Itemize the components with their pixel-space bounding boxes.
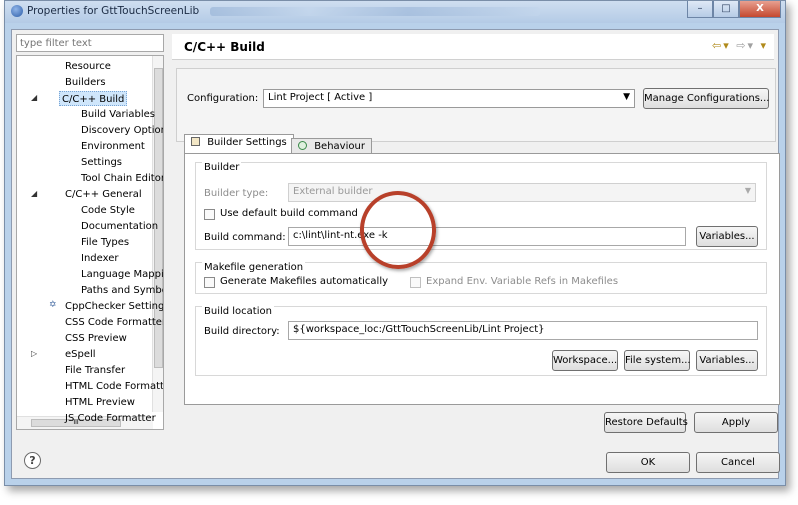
collapsed-twisty-icon[interactable]: ▷ [31, 349, 37, 358]
help-icon[interactable]: ? [24, 452, 41, 469]
apply-button[interactable]: Apply [694, 412, 778, 433]
tree-item[interactable]: Environment [79, 139, 147, 154]
chevron-down-icon: ▼ [744, 186, 751, 195]
close-button[interactable]: X [739, 1, 781, 18]
expanded-twisty-icon[interactable]: ◢ [31, 93, 37, 102]
dialog-client-area: III ResourceBuildersC/C++ Build◢Build Va… [11, 29, 780, 479]
expand-env-refs-label: Expand Env. Variable Refs in Makefiles [426, 276, 619, 287]
build-location-group: Build location Build directory: ${worksp… [195, 306, 767, 376]
back-dropdown-icon[interactable]: ▾ [723, 39, 731, 52]
title-bar[interactable]: Properties for GttTouchScreenLib – □ X [5, 1, 785, 23]
forward-arrow-icon[interactable]: ⇨ [736, 39, 747, 52]
properties-dialog: Properties for GttTouchScreenLib – □ X I… [4, 0, 786, 486]
tab-builder-settings[interactable]: Builder Settings [184, 134, 294, 154]
configuration-label: Configuration: [187, 93, 259, 104]
minimize-button[interactable]: – [687, 1, 713, 18]
build-directory-label: Build directory: [204, 326, 280, 337]
blurred-title-area [210, 7, 540, 16]
tree-item[interactable]: HTML Code Formatter [63, 379, 163, 394]
generate-makefiles-checkbox[interactable] [204, 277, 215, 288]
tree-item[interactable]: Indexer [79, 251, 121, 266]
tree-item[interactable]: JS Code Formatter [63, 411, 158, 426]
cppchecker-icon: ✡ [49, 300, 57, 310]
use-default-build-command-checkbox[interactable] [204, 209, 215, 220]
configuration-panel: Configuration: Lint Project [ Active ] ▼… [176, 68, 776, 142]
build-location-group-title: Build location [202, 306, 274, 317]
tree-item[interactable]: eSpell [63, 347, 98, 362]
ok-button[interactable]: OK [606, 452, 690, 473]
tab-behaviour-label: Behaviour [314, 141, 365, 152]
tree-item[interactable]: Documentation [79, 219, 160, 234]
configuration-select[interactable]: Lint Project [ Active ] ▼ [263, 89, 635, 108]
tree-item[interactable]: Tool Chain Editor [79, 171, 163, 186]
generate-makefiles-label: Generate Makefiles automatically [220, 276, 389, 287]
tree-item[interactable]: Discovery Options [79, 123, 163, 138]
tree-item[interactable]: Build Variables [79, 107, 157, 122]
tree-item[interactable]: File Types [79, 235, 131, 250]
chevron-down-icon: ▼ [623, 92, 630, 102]
tree-item[interactable]: File Transfer [63, 363, 127, 378]
manage-configurations-button[interactable]: Manage Configurations... [643, 88, 769, 109]
file-system-button[interactable]: File system... [624, 350, 691, 371]
makefile-generation-group: Makefile generation Generate Makefiles a… [195, 262, 767, 294]
build-directory-field[interactable]: ${workspace_loc:/GttTouchScreenLib/Lint … [288, 321, 758, 340]
eclipse-icon [11, 5, 23, 17]
tree-item[interactable]: C/C++ Build [59, 91, 128, 106]
builder-group: Builder Builder type: External builder ▼… [195, 162, 767, 250]
tree-item[interactable]: Language Mappings [79, 267, 163, 282]
filter-input[interactable] [16, 34, 164, 52]
builder-type-label: Builder type: [204, 188, 269, 199]
forward-dropdown-icon[interactable]: ▾ [747, 39, 755, 52]
location-variables-button[interactable]: Variables... [696, 350, 758, 371]
tree-item[interactable]: CppChecker Settings [63, 299, 163, 314]
makefile-group-title: Makefile generation [202, 262, 306, 273]
tree-item[interactable]: HTML Preview [63, 395, 137, 410]
property-page-tree: III Resource Builders C/C++ Build ◢ Build Va… [16, 55, 164, 430]
tree-item[interactable]: CSS Preview [63, 331, 129, 346]
cancel-button[interactable]: Cancel [696, 452, 780, 473]
window-title: Properties for GttTouchScreenLib [27, 5, 200, 17]
tab-content: Builder Builder type: External builder ▼… [184, 153, 780, 405]
maximize-button[interactable]: □ [713, 1, 739, 18]
window-controls: – □ X [687, 1, 781, 19]
builder-settings-icon [191, 137, 200, 146]
expand-env-refs-checkbox [410, 277, 421, 288]
build-command-field[interactable]: c:\lint\lint-nt.exe -k [288, 227, 686, 246]
use-default-build-command-label: Use default build command [220, 208, 358, 219]
tree-item[interactable]: Paths and Symbols [79, 283, 163, 298]
builder-group-title: Builder [202, 162, 242, 173]
behaviour-icon [298, 141, 307, 150]
tree-item[interactable]: Builders [63, 75, 108, 90]
tree-item[interactable]: Resource [63, 59, 113, 74]
tree-item[interactable]: Code Style [79, 203, 137, 218]
builder-type-select: External builder ▼ [288, 183, 756, 202]
configuration-value: Lint Project [ Active ] [268, 92, 373, 103]
builder-variables-button[interactable]: Variables... [696, 226, 758, 247]
tree-item[interactable]: C/C++ General [63, 187, 144, 202]
back-arrow-icon[interactable]: ⇦ [712, 39, 723, 52]
build-command-label: Build command: [204, 232, 286, 243]
workspace-button[interactable]: Workspace... [552, 350, 618, 371]
view-menu-icon[interactable]: ▾ [760, 39, 768, 52]
tree-item[interactable]: Settings [79, 155, 124, 170]
builder-type-value: External builder [293, 186, 373, 197]
expanded-twisty-icon[interactable]: ◢ [31, 189, 37, 198]
page-header: C/C++ Build ⇦▾ ⇨▾ ▾ [172, 34, 774, 60]
restore-defaults-button[interactable]: Restore Defaults [604, 412, 688, 433]
page-title: C/C++ Build [184, 40, 265, 54]
page-navigation: ⇦▾ ⇨▾ ▾ [712, 39, 768, 52]
tab-builder-settings-label: Builder Settings [207, 137, 287, 148]
tree-item[interactable]: CSS Code Formatter [63, 315, 163, 330]
